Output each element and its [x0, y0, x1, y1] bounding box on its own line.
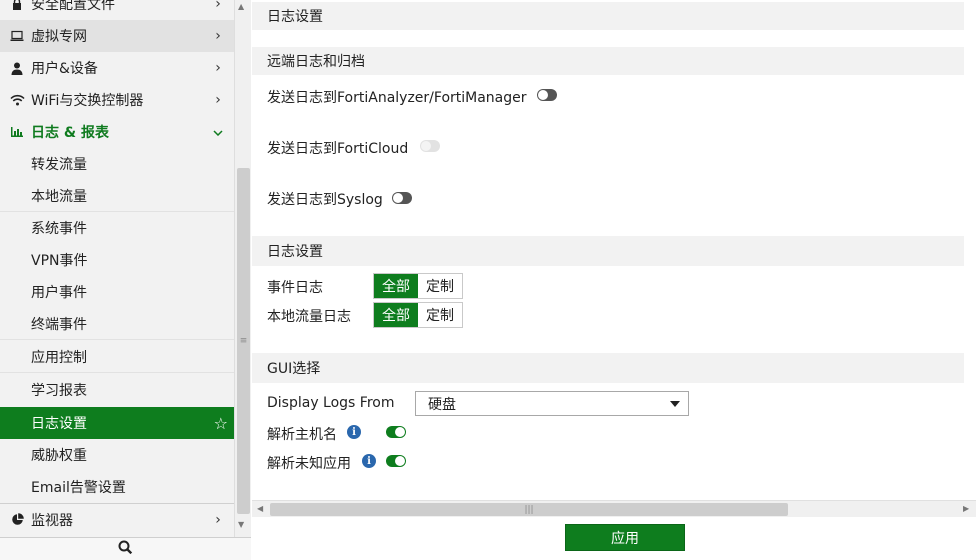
page-title-text: 日志设置	[267, 9, 323, 25]
sidebar-subitem-label: Email告警设置	[31, 480, 126, 496]
sidebar-search[interactable]	[0, 537, 251, 560]
event-log-all-option[interactable]: 全部	[374, 274, 418, 298]
laptop-icon	[9, 28, 25, 44]
main-content: 日志设置 远端日志和归档 发送日志到FortiAnalyzer/FortiMan…	[252, 0, 976, 560]
scroll-up-icon[interactable]: ▲	[238, 2, 244, 11]
dropdown-caret-icon	[670, 401, 680, 407]
sidebar-subitem-label: 威胁权重	[31, 448, 87, 464]
chevron-down-icon	[208, 124, 228, 140]
sidebar-subitem-user-events[interactable]: 用户事件	[0, 276, 234, 308]
sidebar-subitem-label: 学习报表	[31, 383, 87, 399]
event-log-custom-option[interactable]: 定制	[418, 274, 462, 298]
chevron-right-icon: ›	[215, 28, 221, 44]
sidebar-item-label: WiFi与交换控制器	[31, 93, 144, 109]
sidebar-subitem-log-settings[interactable]: 日志设置 ☆	[0, 407, 234, 439]
resolve-hostname-toggle[interactable]	[386, 426, 406, 438]
section-gui: GUI选择	[252, 353, 964, 383]
sidebar-subitem-system-events[interactable]: 系统事件	[0, 212, 234, 244]
sidebar-subitem-learning-report[interactable]: 学习报表	[0, 374, 234, 406]
sidebar-item-label: 日志 & 报表	[31, 125, 109, 141]
sidebar-subitem-label: 转发流量	[31, 157, 87, 173]
scroll-right-icon[interactable]: ▶	[963, 504, 969, 513]
sidebar-subitem-local-traffic[interactable]: 本地流量	[0, 180, 234, 212]
event-log-selector[interactable]: 全部 定制	[373, 273, 463, 299]
info-icon[interactable]: i	[362, 454, 376, 468]
scrollbar-thumb[interactable]: ≡	[237, 168, 250, 514]
sidebar-subitem-vpn-events[interactable]: VPN事件	[0, 244, 234, 276]
sidebar-subitem-label: 本地流量	[31, 188, 87, 205]
resolve-hostname-label: 解析主机名	[267, 427, 337, 443]
faz-toggle[interactable]	[537, 89, 557, 101]
chevron-right-icon: ›	[215, 92, 221, 108]
sidebar-item-label: 安全配置文件	[31, 0, 115, 13]
sidebar-item-wifi-switch[interactable]: WiFi与交换控制器 ›	[0, 84, 234, 116]
local-log-custom-option[interactable]: 定制	[418, 303, 462, 327]
display-logs-from-value: 硬盘	[428, 396, 456, 413]
bar-chart-icon	[9, 124, 25, 140]
syslog-label: 发送日志到Syslog	[267, 192, 383, 208]
sidebar-item-label: 监视器	[31, 512, 73, 529]
sidebar-subitem-label: 应用控制	[31, 349, 87, 366]
sidebar-item-monitor[interactable]: 监视器 ›	[0, 503, 234, 535]
sidebar-item-vpn[interactable]: 虚拟专网 ›	[0, 20, 234, 52]
pie-chart-icon	[9, 512, 25, 528]
sidebar-subitem-label: VPN事件	[31, 253, 88, 269]
star-icon[interactable]: ☆	[214, 414, 228, 433]
sidebar: 安全配置文件 › 虚拟专网 › 用户&设备 › WiFi与交换控制器 › 日志 …	[0, 0, 251, 560]
sidebar-item-label: 虚拟专网	[31, 29, 87, 45]
local-log-all-option[interactable]: 全部	[374, 303, 418, 327]
resolve-app-toggle[interactable]	[386, 455, 406, 467]
faz-label: 发送日志到FortiAnalyzer/FortiManager	[267, 90, 527, 106]
horizontal-scrollbar[interactable]: ◀ ||| ▶	[252, 500, 976, 517]
scroll-down-icon[interactable]: ▼	[238, 520, 244, 529]
scrollbar-thumb[interactable]: |||	[270, 503, 788, 516]
section-title: 日志设置	[267, 244, 323, 260]
section-title: GUI选择	[267, 361, 321, 377]
info-icon[interactable]: i	[347, 425, 361, 439]
sidebar-subitem-label: 系统事件	[31, 221, 87, 237]
local-traffic-log-label: 本地流量日志	[267, 309, 351, 325]
scroll-left-icon[interactable]: ◀	[257, 504, 263, 513]
section-log-settings: 日志设置	[252, 236, 964, 266]
sidebar-subitem-label: 用户事件	[31, 285, 87, 301]
user-icon	[9, 60, 25, 76]
display-logs-from-select[interactable]: 硬盘	[415, 391, 689, 416]
syslog-toggle[interactable]	[392, 192, 412, 204]
wifi-icon	[9, 92, 25, 108]
resolve-app-label: 解析未知应用	[267, 456, 351, 472]
chevron-right-icon: ›	[215, 60, 221, 76]
search-icon[interactable]	[118, 540, 133, 559]
sidebar-item-security-profiles[interactable]: 安全配置文件 ›	[0, 0, 234, 20]
section-remote-logging: 远端日志和归档	[252, 47, 964, 75]
sidebar-subitem-forward-traffic[interactable]: 转发流量	[0, 148, 234, 180]
sidebar-item-user-device[interactable]: 用户&设备 ›	[0, 52, 234, 84]
lock-icon	[9, 0, 25, 12]
forticloud-toggle[interactable]	[420, 140, 440, 152]
apply-button[interactable]: 应用	[565, 524, 685, 551]
sidebar-item-label: 用户&设备	[31, 61, 98, 77]
section-title: 远端日志和归档	[267, 54, 365, 70]
chevron-right-icon: ›	[215, 511, 221, 528]
chevron-right-icon: ›	[215, 0, 221, 12]
page-title: 日志设置	[252, 2, 964, 30]
sidebar-subitem-email-alert[interactable]: Email告警设置	[0, 471, 234, 503]
sidebar-scrollbar[interactable]: ▲ ≡ ▼	[234, 0, 251, 537]
forticloud-label: 发送日志到FortiCloud	[267, 141, 409, 157]
sidebar-subitem-endpoint-events[interactable]: 终端事件	[0, 308, 234, 340]
event-log-label: 事件日志	[267, 280, 323, 296]
sidebar-subitem-label: 日志设置	[31, 416, 87, 432]
sidebar-subitem-app-control[interactable]: 应用控制	[0, 341, 234, 373]
local-traffic-log-selector[interactable]: 全部 定制	[373, 302, 463, 328]
sidebar-item-log-report[interactable]: 日志 & 报表	[0, 116, 234, 148]
sidebar-subitem-label: 终端事件	[31, 316, 87, 333]
display-logs-from-label: Display Logs From	[267, 395, 395, 411]
sidebar-subitem-threat-weight[interactable]: 威胁权重	[0, 439, 234, 471]
